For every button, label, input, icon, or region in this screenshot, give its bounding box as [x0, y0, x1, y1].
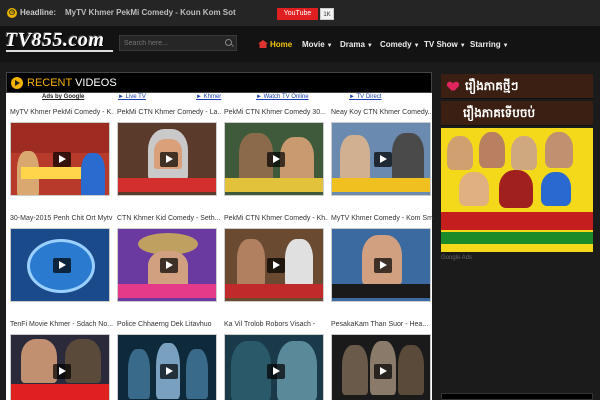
nav-movie[interactable]: Movie ▼: [302, 40, 333, 49]
play-icon[interactable]: [160, 258, 178, 273]
headline-clock-icon: ◷: [7, 8, 17, 18]
video-title[interactable]: Neay Koy CTN Khmer Comedy...: [331, 108, 435, 118]
chevron-down-icon: ▼: [413, 43, 420, 49]
video-card[interactable]: PekMi CTN Khmer Comedy - Kh...: [224, 214, 328, 302]
video-card[interactable]: CTN Khmer Kid Comedy - Seth...: [117, 214, 221, 302]
section-title: RECENT VIDEOS: [27, 77, 117, 89]
top-bar: ◷ Headline: MyTV Khmer PekMi Comedy - Ko…: [0, 0, 600, 26]
chevron-down-icon: ▼: [502, 43, 509, 49]
home-icon: [258, 40, 268, 48]
video-title[interactable]: Ka Vil Trolob Robors Visach -: [224, 320, 328, 330]
banner-finished-series[interactable]: រឿងភាគទើបចប់: [441, 101, 593, 126]
play-icon[interactable]: [53, 258, 71, 273]
ad-link-tv-direct[interactable]: ► TV Direct: [349, 94, 382, 100]
video-title[interactable]: PekMi CTN Khmer Comedy - Kh...: [224, 214, 328, 224]
play-circle-icon: [11, 77, 23, 89]
nav-tv-show[interactable]: TV Show ▼: [424, 40, 466, 49]
banner-finished-series-label: រឿងភាគទើបចប់: [463, 106, 536, 120]
video-thumbnail[interactable]: [224, 122, 324, 196]
video-grid: MyTV Khmer PekMi Comedy - K... PekMi CTN…: [6, 102, 435, 400]
play-icon[interactable]: [267, 152, 285, 167]
chevron-down-icon: ▼: [326, 43, 333, 49]
video-thumbnail[interactable]: [117, 122, 217, 196]
youtube-subscribe-button[interactable]: YouTube: [277, 8, 318, 20]
play-icon[interactable]: [267, 364, 285, 379]
play-icon[interactable]: [53, 152, 71, 167]
video-title[interactable]: MyTV Khmer PekMi Comedy - K...: [10, 108, 114, 118]
sidebar-ad-poster[interactable]: [441, 128, 593, 252]
play-icon[interactable]: [160, 364, 178, 379]
video-title[interactable]: Police Chhaerng Dek Litavhuo: [117, 320, 221, 330]
video-thumbnail[interactable]: [224, 334, 324, 400]
video-title[interactable]: TenFi Movie Khmer - Sdach No...: [10, 320, 114, 330]
logo-underline: [6, 50, 113, 52]
nav-drama[interactable]: Drama ▼: [340, 40, 373, 49]
site-header: TV855.com Home Movie▼ Drama▼ Comedy▼ TV …: [0, 26, 600, 62]
play-icon[interactable]: [374, 152, 392, 167]
video-thumbnail[interactable]: [117, 334, 217, 400]
video-thumbnail[interactable]: [331, 122, 431, 196]
video-card[interactable]: TenFi Movie Khmer - Sdach No...: [10, 320, 114, 400]
video-title[interactable]: PesakaKam Than Suor - Hea...: [331, 320, 435, 330]
video-card[interactable]: 30-May-2015 Penh Chit Ort Mytv: [10, 214, 114, 302]
video-card[interactable]: Neay Koy CTN Khmer Comedy...: [331, 108, 435, 196]
play-icon[interactable]: [267, 258, 285, 273]
search-input[interactable]: [119, 35, 237, 51]
ads-by-google-link[interactable]: Ads by Google: [42, 94, 84, 100]
heart-icon: [448, 82, 458, 91]
video-card[interactable]: Ka Vil Trolob Robors Visach -: [224, 320, 328, 400]
ad-link-khmer[interactable]: ► Khmer: [196, 94, 221, 100]
ad-links-bar: Ads by Google ► Live TV ► Khmer ► Watch …: [6, 93, 432, 102]
ad-link-live-tv[interactable]: ► Live TV: [118, 94, 146, 100]
video-thumbnail[interactable]: [117, 228, 217, 302]
sidebar: រឿងភាគថ្មីៗ រឿងភាគទើបចប់ Google Ads: [441, 74, 593, 261]
nav-home[interactable]: Home: [258, 40, 292, 49]
video-thumbnail[interactable]: [331, 334, 431, 400]
video-thumbnail[interactable]: [10, 334, 110, 400]
banner-new-series-label: រឿងភាគថ្មីៗ: [465, 79, 519, 93]
video-title[interactable]: 30-May-2015 Penh Chit Ort Mytv: [10, 214, 114, 224]
chevron-down-icon: ▼: [366, 43, 373, 49]
video-title[interactable]: PekMi CTN Khmer Comedy - La...: [117, 108, 221, 118]
play-icon[interactable]: [160, 152, 178, 167]
headline-label: Headline:: [20, 8, 57, 17]
banner-new-series[interactable]: រឿងភាគថ្មីៗ: [441, 74, 593, 99]
play-icon[interactable]: [374, 364, 392, 379]
video-thumbnail[interactable]: [10, 228, 110, 302]
sidebar-next-widget: [441, 393, 593, 400]
headline-link[interactable]: MyTV Khmer PekMi Comedy - Koun Kom Sot: [65, 8, 236, 17]
video-card[interactable]: Police Chhaerng Dek Litavhuo: [117, 320, 221, 400]
nav-starring[interactable]: Starring ▼: [470, 40, 509, 49]
video-title[interactable]: MyTV Khmer Comedy - Kom Sm...: [331, 214, 435, 224]
video-card[interactable]: PekMi CTN Khmer Comedy 30...: [224, 108, 328, 196]
recent-videos-header: RECENT VIDEOS: [6, 72, 432, 93]
ad-link-watch-tv-online[interactable]: ► Watch TV Online: [256, 94, 309, 100]
video-card[interactable]: PekMi CTN Khmer Comedy - La...: [117, 108, 221, 196]
video-thumbnail[interactable]: [331, 228, 431, 302]
video-card[interactable]: MyTV Khmer Comedy - Kom Sm...: [331, 214, 435, 302]
google-ads-label: Google Ads: [441, 255, 473, 261]
nav-comedy[interactable]: Comedy ▼: [380, 40, 420, 49]
search-icon[interactable]: [225, 39, 232, 46]
play-icon[interactable]: [53, 364, 71, 379]
youtube-subscriber-count: 1K: [320, 8, 334, 20]
video-card[interactable]: PesakaKam Than Suor - Hea...: [331, 320, 435, 400]
video-title[interactable]: CTN Khmer Kid Comedy - Seth...: [117, 214, 221, 224]
video-card[interactable]: MyTV Khmer PekMi Comedy - K...: [10, 108, 114, 196]
video-thumbnail[interactable]: [10, 122, 110, 196]
chevron-down-icon: ▼: [459, 43, 466, 49]
play-icon[interactable]: [374, 258, 392, 273]
video-thumbnail[interactable]: [224, 228, 324, 302]
video-title[interactable]: PekMi CTN Khmer Comedy 30...: [224, 108, 328, 118]
